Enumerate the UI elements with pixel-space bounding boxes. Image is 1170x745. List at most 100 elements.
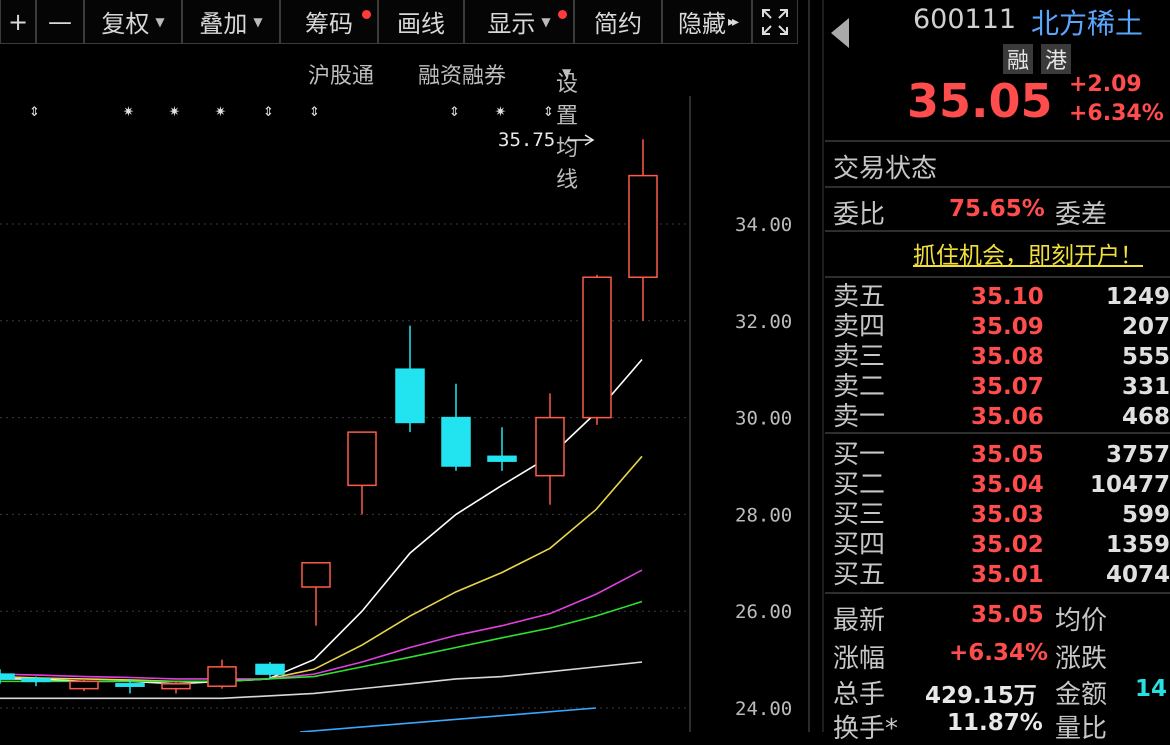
- bid-row[interactable]: 买五 35.01 4074: [825, 560, 1170, 590]
- ask-row[interactable]: 卖五 35.10 1249: [825, 282, 1170, 312]
- jianyue-button[interactable]: 简约: [574, 0, 662, 44]
- back-arrow-icon[interactable]: [831, 18, 849, 48]
- candle-body: [582, 276, 612, 419]
- yincang-button[interactable]: 隐藏 ▸▸: [662, 0, 752, 44]
- huaxian-button[interactable]: 画线: [378, 0, 464, 44]
- trade-status-label: 交易状态: [833, 154, 938, 184]
- ask-volume: 207: [1121, 314, 1170, 340]
- ma-line-ma60: [0, 661, 643, 700]
- liangbi-label: 量比: [1055, 714, 1108, 744]
- separator: [825, 230, 1170, 232]
- diejia-dropdown[interactable]: 叠加 ▼: [182, 0, 280, 44]
- xianshi-dropdown[interactable]: 显示 ▼: [464, 0, 574, 44]
- ask-volume: 555: [1121, 344, 1170, 370]
- price-tick-label: 32.00: [735, 311, 792, 333]
- diejia-label: 叠加: [199, 10, 248, 38]
- bid-price: 35.05: [971, 442, 1044, 468]
- plus-icon: +: [7, 7, 29, 36]
- zuixin-value: 35.05: [971, 602, 1044, 628]
- zongshou-value: 429.15万: [925, 683, 1037, 709]
- zhangfu-label: 涨幅: [833, 644, 886, 674]
- chouma-button[interactable]: 筹码: [280, 0, 378, 44]
- kline-svg: 34.00 32.00 30.00 28.00 26.00 24.00 35.75 ⇕ ✷ ✷ ✷ ⇕…: [0, 96, 792, 733]
- toolbar: + — 复权 ▼ 叠加 ▼ 筹码 画线 显示 ▼ 简约 隐藏 ▸▸: [0, 0, 808, 46]
- stock-code: 600111: [913, 4, 1017, 35]
- separator: [825, 432, 1170, 434]
- candle-body: [255, 663, 285, 675]
- hgt-link[interactable]: 沪股通: [308, 58, 374, 90]
- chouma-label: 筹码: [305, 10, 353, 38]
- candle-body: [347, 431, 377, 487]
- separator: [825, 592, 1170, 594]
- ask-price: 35.08: [971, 344, 1044, 370]
- star-marker-icon: ✷: [123, 100, 134, 121]
- ask-level-label: 卖二: [833, 372, 886, 402]
- candle-body: [115, 683, 145, 687]
- huaxian-label: 画线: [397, 10, 445, 38]
- ask-level-label: 卖三: [833, 342, 886, 372]
- bid-row[interactable]: 买一 35.05 3757: [825, 440, 1170, 470]
- candle-body: [535, 416, 565, 477]
- bid-price: 35.01: [971, 562, 1044, 588]
- candle-body: [21, 678, 51, 683]
- price-tick-label: 28.00: [735, 504, 792, 526]
- ask-row[interactable]: 卖二 35.07 331: [825, 372, 1170, 402]
- ask-volume: 331: [1121, 374, 1170, 400]
- bid-level-label: 买三: [833, 500, 886, 530]
- fuquan-label: 复权: [101, 10, 150, 38]
- ask-row[interactable]: 卖四 35.09 207: [825, 312, 1170, 342]
- bid-volume: 1359: [1105, 532, 1170, 558]
- weicha-label: 委差: [1055, 200, 1108, 230]
- separator: [825, 140, 1170, 142]
- price-tick-label: 26.00: [735, 601, 792, 623]
- bid-level-label: 买五: [833, 560, 886, 590]
- divider: [808, 0, 810, 732]
- fuquan-dropdown[interactable]: 复权 ▼: [84, 0, 182, 44]
- fullscreen-button[interactable]: [752, 0, 798, 44]
- notification-dot: [558, 10, 567, 19]
- ask-level-label: 卖五: [833, 282, 886, 312]
- quote-header: 600111 北方稀土 融 港 35.05 +2.09 +6.34%: [825, 0, 1170, 140]
- rzrq-link[interactable]: 融资融券: [418, 58, 506, 90]
- price-change: +2.09: [1069, 72, 1142, 97]
- xianshi-label: 显示: [487, 10, 536, 38]
- ask-row[interactable]: 卖三 35.08 555: [825, 342, 1170, 372]
- price-tick-label: 24.00: [735, 698, 792, 720]
- jine-value: 14: [1135, 676, 1168, 702]
- kline-chart[interactable]: 34.00 32.00 30.00 28.00 26.00 24.00 35.75 ⇕ ✷ ✷ ✷ ⇕…: [0, 96, 808, 733]
- candle-body: [207, 666, 237, 687]
- notification-dot: [362, 10, 371, 19]
- separator: [825, 276, 1170, 278]
- price-change-pct: +6.34%: [1069, 101, 1164, 126]
- zhangdie-label: 涨跌: [1055, 644, 1108, 674]
- huanshou-label: 换手*: [833, 714, 899, 744]
- bid-price: 35.04: [971, 472, 1044, 498]
- zuixin-label: 最新: [833, 606, 886, 636]
- ask-price: 35.07: [971, 374, 1044, 400]
- event-arrow-icon: ⇕: [449, 100, 460, 121]
- hk-connect-tag: 港: [1041, 44, 1071, 74]
- bid-row[interactable]: 买四 35.02 1359: [825, 530, 1170, 560]
- bid-level-label: 买二: [833, 470, 886, 500]
- candle-body: [0, 673, 15, 680]
- candle-body: [487, 455, 517, 462]
- zoom-in-button[interactable]: +: [0, 0, 36, 44]
- stock-name[interactable]: 北方稀土: [1031, 2, 1143, 42]
- quote-panel: 600111 北方稀土 融 港 35.05 +2.09 +6.34% 交易状态 …: [825, 0, 1170, 744]
- bid-volume: 10477: [1089, 472, 1170, 498]
- zoom-out-button[interactable]: —: [36, 0, 84, 44]
- ask-row[interactable]: 卖一 35.06 468: [825, 402, 1170, 432]
- open-account-ad[interactable]: 抓住机会，即刻开户！: [913, 236, 1143, 270]
- bid-level-label: 买一: [833, 440, 886, 470]
- bid-row[interactable]: 买二 35.04 10477: [825, 470, 1170, 500]
- price-tick-label: 30.00: [735, 408, 792, 430]
- bid-level-label: 买四: [833, 530, 886, 560]
- ask-level-label: 卖一: [833, 402, 886, 432]
- event-arrow-icon: ⇕: [309, 100, 320, 121]
- bid-row[interactable]: 买三 35.03 599: [825, 500, 1170, 530]
- ask-volume: 468: [1121, 404, 1170, 430]
- bid-price: 35.02: [971, 532, 1044, 558]
- jianyue-label: 简约: [594, 10, 642, 38]
- junjia-label: 均价: [1055, 606, 1108, 636]
- bid-volume: 3757: [1105, 442, 1170, 468]
